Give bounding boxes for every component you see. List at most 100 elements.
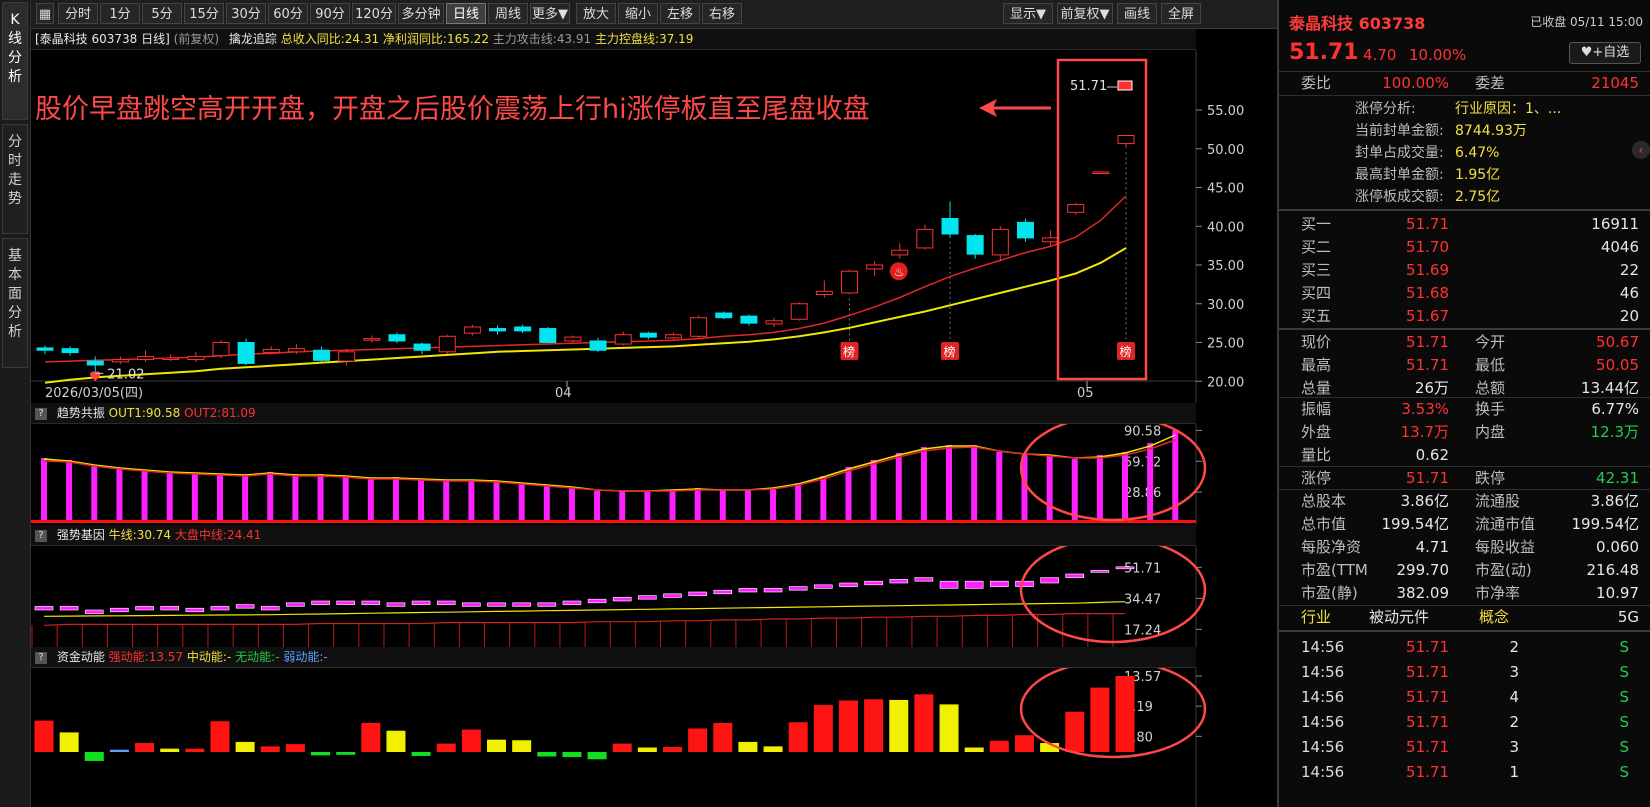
limit-info-label: 涨停分析: bbox=[1355, 101, 1416, 117]
resonance-bar bbox=[744, 490, 751, 521]
candle-body bbox=[790, 303, 808, 320]
stat-row: 总市值 199.54亿 流通市值 199.54亿 bbox=[1279, 513, 1650, 536]
last-price-label: 51.71 bbox=[1070, 79, 1107, 94]
toolbar-right-button[interactable]: 前复权▼ bbox=[1057, 3, 1113, 24]
candle bbox=[1016, 218, 1034, 242]
candle-body bbox=[564, 336, 582, 342]
kline-chart[interactable]: 55.00 50.00 45.00 40.00 35.00 30.00 25.00 20.00… bbox=[31, 50, 1277, 403]
chart-action-button[interactable]: 左移 bbox=[660, 3, 700, 24]
period-button[interactable]: 120分 bbox=[352, 3, 396, 24]
bid-row[interactable]: 买四 51.68 46 bbox=[1279, 282, 1650, 305]
candle bbox=[111, 356, 129, 365]
period-button[interactable]: 5分 bbox=[142, 3, 182, 24]
fund-momentum-chart[interactable]: 13.578.192.80⚙✕ bbox=[31, 668, 1277, 807]
grid-icon[interactable]: ▦ bbox=[36, 3, 54, 24]
momentum-bar bbox=[763, 746, 783, 752]
divider bbox=[1279, 328, 1650, 330]
period-button[interactable]: 60分 bbox=[268, 3, 308, 24]
chart-action-button[interactable]: 右移 bbox=[702, 3, 742, 24]
candle-body bbox=[916, 228, 934, 249]
resonance-bar bbox=[870, 460, 877, 521]
candle-body bbox=[1117, 134, 1135, 145]
candle-body bbox=[1016, 221, 1034, 239]
candle-body bbox=[715, 312, 733, 319]
concept-value[interactable]: 5G bbox=[1559, 606, 1639, 629]
tab-fundamental-analysis[interactable]: 基本面分析 bbox=[2, 238, 28, 368]
period-button[interactable]: 分时 bbox=[58, 3, 98, 24]
out2-line bbox=[43, 439, 1176, 492]
trade-tick-row: 14:56 51.71 2 S bbox=[1279, 711, 1650, 734]
limit-info-value[interactable]: 行业原因：1、... bbox=[1455, 98, 1561, 120]
help-icon[interactable]: ? bbox=[35, 407, 47, 420]
candle bbox=[765, 317, 783, 327]
period-button[interactable]: 日线 bbox=[446, 3, 486, 24]
period-button[interactable]: 周线 bbox=[488, 3, 528, 24]
period-button[interactable]: 多分钟 bbox=[398, 3, 444, 24]
period-button[interactable]: 90分 bbox=[310, 3, 350, 24]
add-watchlist-button[interactable]: ♥+自选 bbox=[1569, 42, 1641, 64]
help-icon[interactable]: ? bbox=[35, 651, 47, 664]
stat-label: 跌停 bbox=[1475, 469, 1506, 487]
period-button[interactable]: 30分 bbox=[226, 3, 266, 24]
period-button[interactable]: 1分 bbox=[100, 3, 140, 24]
bid-row[interactable]: 买二 51.70 4046 bbox=[1279, 236, 1650, 259]
momentum-bar bbox=[336, 752, 356, 755]
candle-body bbox=[614, 334, 632, 345]
toolbar-right-button[interactable]: 全屏 bbox=[1161, 3, 1201, 24]
bid-row[interactable]: 买一 51.71 16911 bbox=[1279, 213, 1650, 236]
bid-level-label: 买四 bbox=[1301, 284, 1332, 302]
control-line-value: 主力控盘线:37.19 bbox=[595, 32, 694, 46]
collapse-arrow-icon[interactable]: ‹ bbox=[1632, 141, 1650, 159]
trade-price: 51.71 bbox=[1406, 663, 1449, 681]
candle bbox=[1042, 230, 1060, 246]
limit-info-row: 涨停板成交额: 2.75亿 bbox=[1279, 186, 1650, 208]
limit-info-row: 最高封单金额: 1.95亿 bbox=[1279, 164, 1650, 186]
resonance-bar bbox=[1046, 456, 1053, 521]
trend-resonance-chart[interactable]: 90.5859.7228.86⚙✕ bbox=[31, 424, 1277, 525]
momentum-bar bbox=[84, 752, 104, 761]
stat-label: 内盘 bbox=[1475, 423, 1506, 441]
candle bbox=[212, 340, 230, 358]
bid-volume: 16911 bbox=[1591, 215, 1639, 233]
stat-value: 3.86亿 bbox=[1590, 492, 1639, 510]
help-icon[interactable]: ? bbox=[35, 529, 47, 542]
candle bbox=[690, 315, 708, 338]
tab-intraday-trend[interactable]: 分时走势 bbox=[2, 124, 28, 234]
limit-info-row: 当前封单金额: 8744.93万 bbox=[1279, 120, 1650, 142]
resonance-bar bbox=[41, 458, 47, 521]
bid-row[interactable]: 买五 51.67 20 bbox=[1279, 305, 1650, 328]
candle-body bbox=[539, 328, 557, 343]
stat-label: 市净率 bbox=[1475, 584, 1521, 602]
strong-gene-chart[interactable]: 51.7134.4717.24⚙✕ bbox=[31, 546, 1277, 647]
stat-value: 382.09 bbox=[1396, 584, 1450, 602]
stat-value: 0.62 bbox=[1415, 446, 1449, 464]
resonance-bar bbox=[971, 445, 978, 521]
price-tick-label: 25.00 bbox=[1207, 337, 1244, 352]
momentum-bar bbox=[361, 722, 381, 752]
candle bbox=[438, 334, 456, 355]
limit-info-label: 涨停板成交额: bbox=[1355, 189, 1444, 205]
resonance-bar bbox=[1096, 455, 1103, 521]
candle-body bbox=[1042, 237, 1060, 243]
momentum-bar bbox=[135, 743, 155, 752]
toolbar-right-button[interactable]: 显示▼ bbox=[1003, 3, 1053, 24]
period-button[interactable]: 更多▼ bbox=[530, 3, 570, 24]
period-button[interactable]: 15分 bbox=[184, 3, 224, 24]
industry-value[interactable]: 被动元件 bbox=[1369, 606, 1479, 629]
tab-kline-analysis[interactable]: K线分析 bbox=[2, 2, 28, 120]
candle bbox=[489, 325, 507, 335]
trade-volume: 2 bbox=[1509, 638, 1519, 656]
chart-action-button[interactable]: 放大 bbox=[576, 3, 616, 24]
candle-body bbox=[866, 264, 884, 270]
stat-value: 216.48 bbox=[1586, 561, 1640, 579]
candle bbox=[162, 354, 180, 362]
bid-row[interactable]: 买三 51.69 22 bbox=[1279, 259, 1650, 282]
bid-price: 51.69 bbox=[1406, 261, 1449, 279]
chart-action-button[interactable]: 缩小 bbox=[618, 3, 658, 24]
gene-box bbox=[713, 589, 733, 595]
gene-box bbox=[160, 606, 179, 611]
toolbar-right-button[interactable]: 画线 bbox=[1117, 3, 1157, 24]
bull-line bbox=[43, 601, 1126, 617]
candle-body bbox=[1092, 171, 1110, 174]
resonance-bar bbox=[91, 465, 98, 521]
